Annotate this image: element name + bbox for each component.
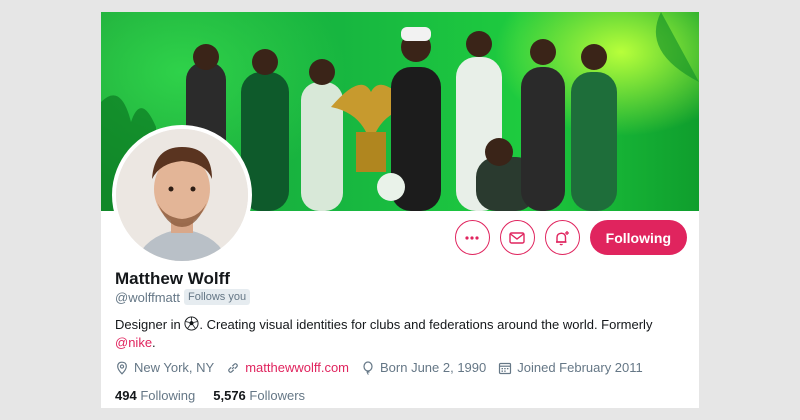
profile-stats: 494 Following 5,576 Followers — [115, 388, 305, 403]
profile-meta: New York, NY matthewwolff.com Born June … — [115, 360, 643, 375]
following-label: Following — [140, 388, 196, 403]
bio-end: . — [152, 335, 156, 350]
nike-mention-link[interactable]: @nike — [115, 335, 152, 350]
link-icon — [228, 362, 239, 373]
more-icon — [465, 235, 479, 240]
avatar-photo — [116, 129, 248, 261]
birthday-text: Born June 2, 1990 — [380, 360, 487, 375]
website-item: matthewwolff.com — [226, 360, 349, 375]
soccer-ball-icon — [184, 316, 199, 331]
profile-handle: @wolffmatt — [115, 289, 180, 305]
bio-prefix: Designer in — [115, 317, 181, 332]
followers-count: 5,576 — [213, 388, 246, 403]
profile-name: Matthew Wolff — [115, 269, 230, 288]
balloon-icon — [363, 360, 373, 375]
joined-text: Joined February 2011 — [517, 360, 643, 375]
location-text: New York, NY — [134, 360, 215, 375]
location-pin-icon — [117, 361, 127, 375]
birthday-item: Born June 2, 1990 — [361, 360, 486, 375]
website-link[interactable]: matthewwolff.com — [245, 360, 349, 375]
calendar-icon — [499, 362, 512, 374]
profile-avatar[interactable] — [112, 125, 252, 265]
bell-plus-icon — [556, 230, 570, 245]
followers-label: Followers — [249, 388, 306, 403]
following-button[interactable]: Following — [589, 220, 687, 255]
following-stat[interactable]: 494 Following — [115, 388, 195, 403]
profile-bio: Designer in . Creating visual identities… — [115, 316, 675, 352]
notifications-button[interactable] — [544, 220, 580, 255]
handle-row: @wolffmatt Follows you — [115, 289, 251, 305]
following-count: 494 — [115, 388, 137, 403]
profile-actions: Following — [454, 220, 687, 255]
joined-item: Joined February 2011 — [498, 360, 643, 375]
location-item: New York, NY — [115, 360, 214, 375]
message-button[interactable] — [499, 220, 535, 255]
envelope-icon — [509, 231, 525, 244]
followers-stat[interactable]: 5,576 Followers — [213, 388, 305, 403]
bio-text: . Creating visual identities for clubs a… — [199, 317, 653, 332]
follows-you-badge: Follows you — [183, 289, 251, 305]
profile-card: Following Matthew Wolff @wolffmatt Follo… — [101, 12, 699, 408]
more-button[interactable] — [454, 220, 490, 255]
